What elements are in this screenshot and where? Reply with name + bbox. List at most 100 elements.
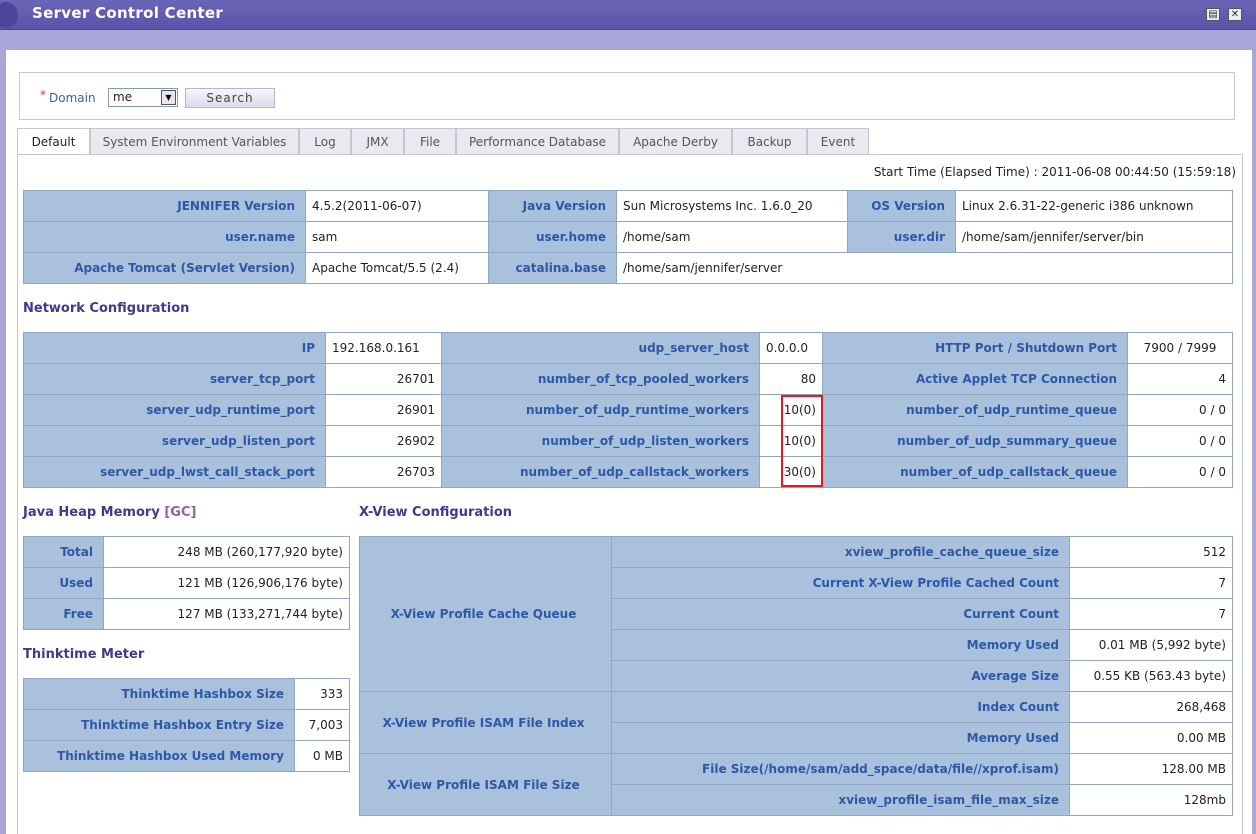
user-name-label: user.name: [23, 221, 306, 253]
average-size-value: 0.55 KB (563.43 byte): [1069, 660, 1233, 692]
java-heap-memory-title: Java Heap Memory [GC]: [23, 505, 196, 520]
chevron-down-icon[interactable]: ▼: [161, 90, 176, 105]
tab-performance-database[interactable]: Performance Database: [456, 128, 619, 154]
xview-isam-file-size-group: X-View Profile ISAM File Size: [359, 753, 612, 816]
udp-runtime-port-value: 26901: [325, 394, 442, 426]
udp-listen-port-value: 26902: [325, 425, 442, 457]
udp-summary-queue-value: 0 / 0: [1127, 425, 1233, 457]
tcp-pooled-workers-value: 80: [759, 363, 823, 395]
ip-value: 192.168.0.161: [325, 332, 442, 364]
table-row: X-View Profile ISAM File Index Index Cou…: [359, 691, 1233, 754]
thinktime-table: Thinktime Hashbox Size 333 Thinktime Has…: [23, 678, 350, 772]
hashbox-size-label: Thinktime Hashbox Size: [23, 678, 295, 710]
table-row: Apache Tomcat (Servlet Version) Apache T…: [23, 252, 1233, 284]
tab-log[interactable]: Log: [299, 128, 351, 154]
udp-server-host-value: 0.0.0.0: [759, 332, 823, 364]
udp-summary-queue-label: number_of_udp_summary_queue: [822, 425, 1128, 457]
hashbox-size-value: 333: [294, 678, 350, 710]
ip-label: IP: [23, 332, 326, 364]
heap-total-value: 248 MB (260,177,920 byte): [103, 536, 350, 568]
table-row: server_udp_runtime_port 26901 number_of_…: [23, 394, 1233, 426]
heap-used-label: Used: [23, 567, 104, 599]
tcp-pooled-workers-label: number_of_tcp_pooled_workers: [441, 363, 760, 395]
table-row: Free 127 MB (133,271,744 byte): [23, 598, 350, 630]
os-version-label: OS Version: [847, 190, 956, 222]
cached-count-value: 7: [1069, 567, 1233, 599]
search-button[interactable]: Search: [185, 88, 275, 108]
heap-used-value: 121 MB (126,906,176 byte): [103, 567, 350, 599]
user-home-value: /home/sam: [616, 221, 848, 253]
hashbox-used-memory-value: 0 MB: [294, 740, 350, 772]
tomcat-version-label: Apache Tomcat (Servlet Version): [23, 252, 306, 284]
xview-config-title: X-View Configuration: [359, 505, 513, 520]
index-count-label: Index Count: [611, 691, 1070, 723]
tab-event[interactable]: Event: [807, 128, 869, 154]
table-row: Thinktime Hashbox Size 333: [23, 678, 350, 710]
isam-file-size-value: 128.00 MB: [1069, 753, 1233, 785]
table-row: Thinktime Hashbox Used Memory 0 MB: [23, 740, 350, 772]
index-memory-used-value: 0.00 MB: [1069, 722, 1233, 754]
thinktime-meter-title: Thinktime Meter: [23, 647, 145, 662]
udp-listen-port-label: server_udp_listen_port: [23, 425, 326, 457]
xview-isam-index-group: X-View Profile ISAM File Index: [359, 691, 612, 754]
http-port-label: HTTP Port / Shutdown Port: [822, 332, 1128, 364]
network-config-title: Network Configuration: [23, 301, 190, 316]
udp-lwst-call-stack-port-label: server_udp_lwst_call_stack_port: [23, 456, 326, 488]
heap-total-label: Total: [23, 536, 104, 568]
jennifer-version-label: JENNIFER Version: [23, 190, 306, 222]
index-count-value: 268,468: [1069, 691, 1233, 723]
http-port-value: 7900 / 7999: [1127, 332, 1233, 364]
active-applet-tcp-label: Active Applet TCP Connection: [822, 363, 1128, 395]
hashbox-entry-size-value: 7,003: [294, 709, 350, 741]
udp-callstack-queue-label: number_of_udp_callstack_queue: [822, 456, 1128, 488]
index-memory-used-label: Memory Used: [611, 722, 1070, 754]
tab-file[interactable]: File: [404, 128, 456, 154]
server-tcp-port-value: 26701: [325, 363, 442, 395]
catalina-base-value: /home/sam/jennifer/server: [616, 252, 1233, 284]
jennifer-version-value: 4.5.2(2011-06-07): [305, 190, 489, 222]
table-row: Total 248 MB (260,177,920 byte): [23, 536, 350, 568]
user-home-label: user.home: [488, 221, 617, 253]
user-dir-label: user.dir: [847, 221, 956, 253]
udp-runtime-queue-label: number_of_udp_runtime_queue: [822, 394, 1128, 426]
table-row: IP 192.168.0.161 udp_server_host 0.0.0.0…: [23, 332, 1233, 364]
current-count-label: Current Count: [611, 598, 1070, 630]
search-panel: * Domain me ▼ Search: [19, 72, 1235, 120]
udp-runtime-queue-value: 0 / 0: [1127, 394, 1233, 426]
table-row: X-View Profile Cache Queue xview_profile…: [359, 536, 1233, 692]
start-time: Start Time (Elapsed Time) : 2011-06-08 0…: [873, 165, 1236, 179]
udp-server-host-label: udp_server_host: [441, 332, 760, 364]
java-version-value: Sun Microsystems Inc. 1.6.0_20: [616, 190, 848, 222]
isam-file-max-size-label: xview_profile_isam_file_max_size: [611, 784, 1070, 816]
hashbox-entry-size-label: Thinktime Hashbox Entry Size: [23, 709, 295, 741]
close-icon[interactable]: ✕: [1228, 8, 1242, 21]
domain-select[interactable]: me ▼: [108, 88, 178, 107]
domain-select-value: me: [113, 90, 133, 104]
xview-cache-queue-group: X-View Profile Cache Queue: [359, 536, 612, 692]
gc-link[interactable]: [GC]: [164, 505, 196, 520]
table-row: JENNIFER Version 4.5.2(2011-06-07) Java …: [23, 190, 1233, 222]
cache-memory-used-value: 0.01 MB (5,992 byte): [1069, 629, 1233, 661]
tab-jmx[interactable]: JMX: [351, 128, 404, 154]
tab-backup[interactable]: Backup: [732, 128, 807, 154]
print-icon[interactable]: ▤: [1206, 8, 1220, 21]
tomcat-version-value: Apache Tomcat/5.5 (2.4): [305, 252, 489, 284]
java-version-label: Java Version: [488, 190, 617, 222]
cache-queue-size-label: xview_profile_cache_queue_size: [611, 536, 1070, 568]
user-name-value: sam: [305, 221, 489, 253]
cache-queue-size-value: 512: [1069, 536, 1233, 568]
table-row: server_udp_listen_port 26902 number_of_u…: [23, 425, 1233, 457]
tab-apache-derby[interactable]: Apache Derby: [619, 128, 732, 154]
cache-memory-used-label: Memory Used: [611, 629, 1070, 661]
active-applet-tcp-value: 4: [1127, 363, 1233, 395]
tab-system-environment-variables[interactable]: System Environment Variables: [90, 128, 299, 154]
tab-default[interactable]: Default: [17, 128, 90, 155]
table-row: user.name sam user.home /home/sam user.d…: [23, 221, 1233, 253]
average-size-label: Average Size: [611, 660, 1070, 692]
domain-label: Domain: [49, 91, 96, 105]
xview-config-table: X-View Profile Cache Queue xview_profile…: [359, 536, 1233, 816]
os-version-value: Linux 2.6.31-22-generic i386 unknown: [955, 190, 1233, 222]
udp-listen-workers-label: number_of_udp_listen_workers: [441, 425, 760, 457]
network-config-table: IP 192.168.0.161 udp_server_host 0.0.0.0…: [23, 332, 1233, 488]
udp-runtime-port-label: server_udp_runtime_port: [23, 394, 326, 426]
